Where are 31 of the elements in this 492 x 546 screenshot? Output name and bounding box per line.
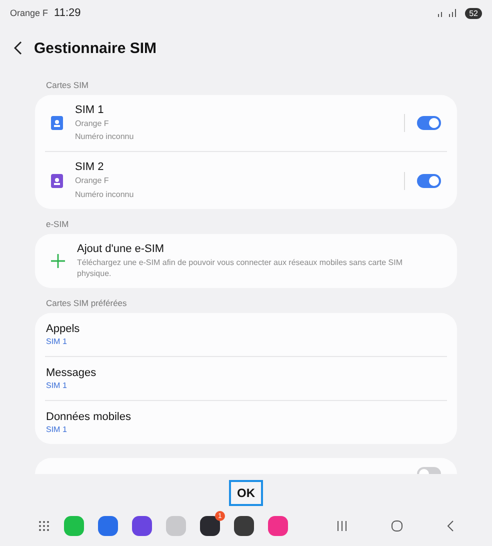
- sim-toggle[interactable]: [417, 174, 441, 188]
- sim-operator: Orange F: [75, 175, 110, 187]
- carrier-name: Orange F: [10, 8, 48, 18]
- esim-title: Ajout d'une e-SIM: [77, 242, 166, 255]
- sim-operator: Orange F: [75, 118, 110, 130]
- page-title: Gestionnaire SIM: [34, 40, 157, 56]
- battery-level: 52: [465, 8, 482, 18]
- esim-description: Téléchargez une e-SIM afin de pouvoir vous connecter aux réseaux mobiles sans carte SIM physique.: [77, 256, 404, 280]
- sim-name: SIM 1: [75, 104, 105, 116]
- back-icon[interactable]: [14, 41, 22, 55]
- ok-button[interactable]: OK: [229, 480, 263, 506]
- recents-icon[interactable]: [337, 521, 347, 532]
- section-label: e-SIM: [45, 218, 70, 231]
- preference-value: SIM 1: [46, 381, 68, 390]
- app-grid-icon[interactable]: [38, 520, 50, 532]
- preference-title[interactable]: Messages: [46, 367, 446, 380]
- section-label: Cartes SIM préférées: [45, 297, 128, 310]
- preference-title[interactable]: Appels: [46, 323, 446, 336]
- section-label: Cartes SIM: [45, 79, 90, 92]
- preference-title[interactable]: Données mobiles: [46, 411, 446, 424]
- back-icon[interactable]: [447, 520, 454, 532]
- preference-value: SIM 1: [46, 425, 68, 434]
- sim-toggle[interactable]: [417, 116, 441, 130]
- esim-card[interactable]: Ajout d'une e-SIM Téléchargez une e-SIM afin de pouvoir vous connecter aux réseaux mobiles sans carte SIM physique.: [35, 234, 457, 288]
- clock: 11:29: [54, 7, 81, 19]
- sim-name: SIM 2: [75, 161, 105, 174]
- plus-icon: [51, 254, 65, 268]
- preference-value: SIM 1: [46, 337, 68, 346]
- home-icon[interactable]: [391, 520, 403, 532]
- sim-number: Numéro inconnu: [75, 188, 135, 200]
- sim-number: Numéro inconnu: [75, 131, 135, 142]
